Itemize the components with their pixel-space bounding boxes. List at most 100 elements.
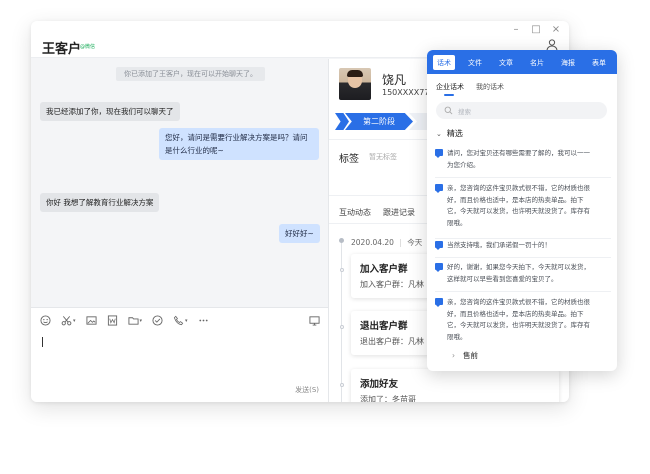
tab-files[interactable]: 文件	[464, 55, 486, 70]
quick-reply-item[interactable]: 好的，谢谢，如果您今天拍下，今天就可以发货， 这样就可以早些看到您喜爱的宝贝了。	[435, 262, 611, 292]
quick-reply-item[interactable]: 请问，您对宝贝还有哪些需要了解的，我可以一一 为您介绍。	[435, 148, 611, 178]
event-detail: 退出客户群：凡林	[360, 337, 424, 346]
search-icon	[444, 106, 453, 115]
profile-name: 饶凡	[382, 73, 407, 87]
more-icon[interactable]	[198, 315, 209, 326]
timeline-dot	[339, 325, 344, 329]
reply-line: 好，而且价格也适中，是本店的热卖单品。拍下	[447, 309, 584, 318]
reply-line: 限哦。	[447, 332, 467, 341]
close-button[interactable]: ×	[551, 23, 561, 37]
minimize-button[interactable]: –	[511, 23, 521, 37]
event-title: 加入客户群	[360, 264, 408, 275]
chevron-down-icon: ▾	[185, 317, 188, 324]
check-circle-icon[interactable]	[152, 315, 163, 326]
chevron-right-icon: ›	[452, 351, 455, 360]
tab-my-scripts[interactable]: 我的话术	[476, 82, 504, 92]
composer-toolbar: ▾ ▾ ▾	[40, 315, 209, 326]
event-title: 退出客户群	[360, 321, 408, 332]
chat-bubble-icon	[435, 298, 443, 307]
reply-line: 限哦。	[447, 218, 467, 227]
reply-line: 好的，谢谢，如果您今天拍下，今天就可以发货，	[447, 263, 590, 271]
tab-posters[interactable]: 海报	[557, 55, 579, 70]
tab-forms[interactable]: 表单	[588, 55, 610, 70]
image-icon[interactable]	[85, 315, 97, 326]
word-file-icon[interactable]	[107, 315, 118, 326]
reply-line: 这样就可以早些看到您喜爱的宝贝了。	[447, 274, 558, 283]
group-title: 售前	[463, 351, 478, 360]
system-message: 你已添加了王客户，现在可以开始聊天了。	[116, 67, 265, 81]
phone-icon[interactable]: ▾	[173, 315, 188, 326]
stage-label: 第二阶段	[363, 117, 395, 126]
quick-reply-panel: 话术 文件 文章 名片 海报 表单 企业话术 我的话术 搜索 ⌄ 精选 请问，您…	[427, 50, 617, 371]
message-composer[interactable]: ▾ ▾ ▾ 发送(S)	[31, 307, 328, 402]
message-text: 是什么行业的呢~	[165, 146, 224, 155]
quick-reply-item[interactable]: 当然支持哦，我们承诺假一罚十的！	[435, 240, 611, 258]
message-bubble-left: 我已经添加了你，现在我们可以聊天了	[40, 102, 180, 121]
timeline-day: 今天	[407, 238, 423, 247]
message-bubble-right: 您好，请问是需要行业解决方案是吗？请问 是什么行业的呢~	[159, 128, 319, 160]
scissors-icon[interactable]: ▾	[61, 315, 76, 326]
reply-line: 好，而且价格也适中，是本店的热卖单品。拍下	[447, 195, 584, 204]
message-bubble-left: 你好 我想了解教育行业解决方案	[40, 193, 160, 212]
chat-bubble-icon	[435, 149, 443, 158]
stage-step-current[interactable]: 第二阶段	[345, 113, 413, 130]
quick-reply-tabs: 话术 文件 文章 名片 海报 表单	[427, 50, 617, 74]
profile-tabs: 互动动态 跟进记录	[339, 207, 415, 218]
chat-bubble-icon	[435, 241, 443, 250]
tab-scripts[interactable]: 话术	[433, 55, 455, 70]
reply-line: 请问，您对宝贝还有哪些需要了解的，我可以一一	[447, 149, 590, 157]
stage-step-previous[interactable]	[335, 113, 349, 130]
section-title: 精选	[446, 129, 463, 138]
script-sub-tabs: 企业话术 我的话术	[436, 82, 504, 92]
avatar	[339, 68, 371, 100]
timeline-line	[341, 239, 342, 402]
active-tab-indicator	[444, 94, 454, 96]
timeline-date-value: 2020.04.20	[351, 238, 394, 247]
quick-reply-item[interactable]: 亲，您咨询的这件宝贝款式很不错，它的材质也很 好，而且价格也适中，是本店的热卖单…	[435, 297, 611, 345]
tab-interactions[interactable]: 互动动态	[339, 207, 371, 218]
reply-line: 亲，您咨询的这件宝贝款式很不错，它的材质也很	[447, 184, 590, 192]
message-text: 你好 我想了解教育行业解决方案	[46, 198, 154, 207]
maximize-button[interactable]: □	[531, 23, 541, 37]
window-controls: – □ ×	[511, 23, 561, 37]
quick-reply-item[interactable]: 亲，您咨询的这件宝贝款式很不错，它的材质也很 好，而且价格也适中，是本店的热卖单…	[435, 183, 611, 239]
tab-company-scripts[interactable]: 企业话术	[436, 82, 464, 92]
tab-cards[interactable]: 名片	[526, 55, 548, 70]
chevron-down-icon: ▾	[73, 317, 76, 324]
contact-name: 王客户	[42, 42, 82, 57]
timeline-dot	[339, 383, 344, 387]
tags-empty-text: 暂无标签	[369, 153, 397, 161]
event-detail: 加入客户群：凡林	[360, 280, 424, 289]
message-text: 您好，请问是需要行业解决方案是吗？请问	[165, 133, 308, 142]
reply-line: 它，今天就可以发货，也许明天就没货了。库存有	[447, 321, 590, 329]
search-input[interactable]: 搜索	[436, 102, 607, 119]
screen-capture-icon[interactable]	[309, 315, 320, 326]
chevron-down-icon: ▾	[139, 317, 143, 324]
message-bubble-right: 好好好~	[279, 224, 320, 243]
timeline-dot	[339, 238, 344, 243]
profile-phone: 150XXXX77	[382, 88, 430, 97]
tab-follow-up[interactable]: 跟进记录	[383, 207, 415, 218]
reply-line: 亲，您咨询的这件宝贝款式很不错，它的材质也很	[447, 298, 590, 306]
text-cursor	[42, 337, 43, 347]
reply-line: 它，今天就可以发货，也许明天就没货了。库存有	[447, 207, 590, 215]
reply-line: 当然支持哦，我们承诺假一罚十的！	[447, 241, 551, 249]
group-presales[interactable]: › 售前	[452, 350, 478, 361]
chat-bubble-icon	[435, 263, 443, 272]
timeline-date: 2020.04.20 | 今天	[351, 238, 423, 247]
timeline-event-card[interactable]: 添加好友 添加了：冬苗哥	[351, 369, 559, 402]
reply-line: 为您介绍。	[447, 160, 480, 169]
emoji-icon[interactable]	[40, 315, 51, 326]
timeline-dot	[339, 268, 344, 272]
folder-icon[interactable]: ▾	[127, 315, 143, 326]
wechat-tag: @微信	[80, 44, 96, 50]
send-button[interactable]: 发送(S)	[295, 385, 319, 395]
tags-heading: 标签	[339, 154, 359, 165]
search-placeholder: 搜索	[458, 107, 471, 116]
section-featured[interactable]: ⌄ 精选	[436, 128, 463, 139]
tab-articles[interactable]: 文章	[495, 55, 517, 70]
event-detail: 添加了：冬苗哥	[360, 395, 416, 402]
chat-bubble-icon	[435, 184, 443, 193]
event-title: 添加好友	[360, 379, 399, 390]
message-text: 好好好~	[285, 229, 314, 238]
